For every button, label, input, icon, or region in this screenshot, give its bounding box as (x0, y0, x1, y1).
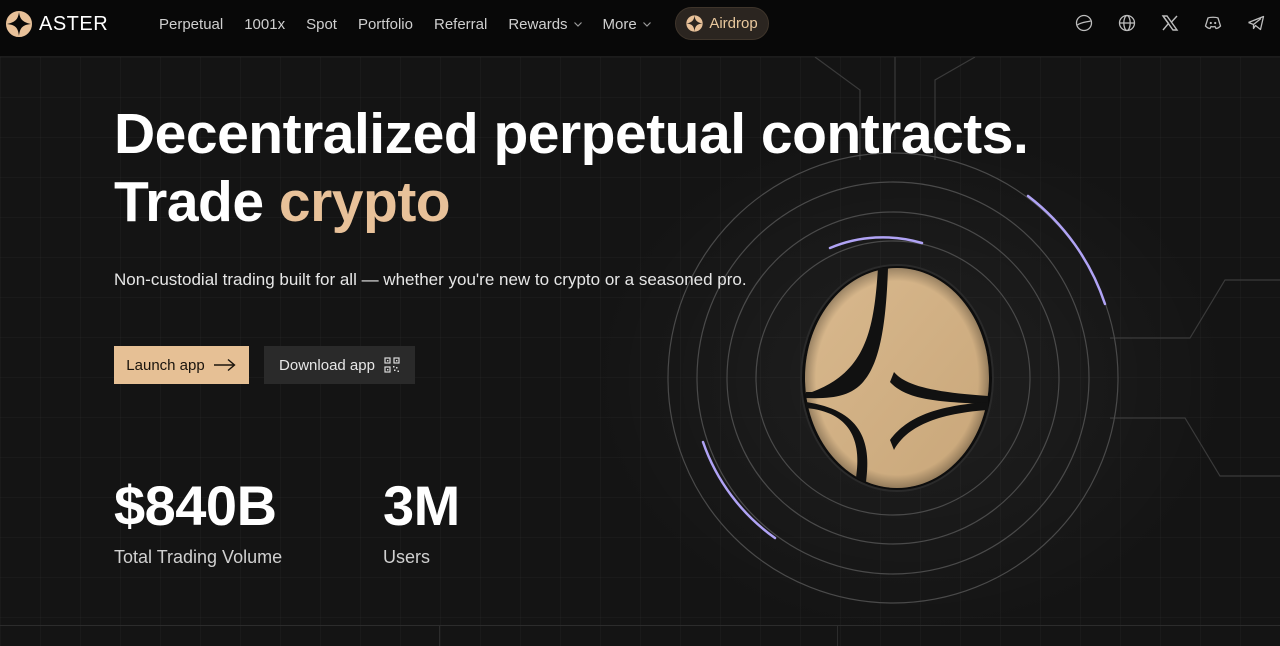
nav-item-perpetual[interactable]: Perpetual (159, 16, 223, 33)
arrow-right-icon (213, 358, 236, 372)
hero-title: Decentralized perpetual contracts. Trade… (114, 100, 1094, 236)
nav-item-spot[interactable]: Spot (306, 16, 337, 33)
stat-users: 3M Users (383, 475, 460, 568)
nav-label: More (602, 15, 637, 33)
stat-label: Total Trading Volume (114, 547, 283, 567)
chevron-down-icon (573, 21, 582, 27)
nav-label: Perpetual (159, 15, 224, 33)
stat-trading-volume: $840B Total Trading Volume (114, 475, 282, 568)
aster-logo-icon (686, 15, 703, 32)
nav-label: Spot (306, 15, 337, 33)
nav-label: Rewards (508, 15, 568, 33)
telegram-icon[interactable] (1246, 13, 1266, 33)
nav-label: Referral (433, 15, 488, 33)
hero-title-accent: crypto (278, 170, 451, 234)
main-nav: Perpetual 1001x Spot Portfolio Referral … (159, 14, 672, 34)
launch-app-label: Launch app (126, 356, 205, 374)
hero-title-prefix: Trade (114, 170, 264, 234)
nav-item-portfolio[interactable]: Portfolio (358, 16, 413, 33)
airdrop-button[interactable]: Airdrop (675, 7, 769, 40)
nav-item-referral[interactable]: Referral (434, 16, 487, 33)
x-icon[interactable] (1160, 13, 1180, 33)
stat-label: Users (383, 547, 431, 567)
chevron-down-icon (642, 21, 651, 27)
bottom-section-divider (0, 625, 1280, 646)
download-app-label: Download app (279, 356, 375, 374)
theme-icon[interactable] (1074, 13, 1094, 33)
aster-logo-icon (6, 11, 32, 37)
nav-item-rewards[interactable]: Rewards (508, 15, 582, 33)
globe-icon[interactable] (1117, 13, 1137, 33)
top-header: ASTER Perpetual 1001x Spot Portfolio Ref… (0, 0, 1280, 57)
nav-item-more[interactable]: More (603, 16, 651, 33)
nav-item-1001x[interactable]: 1001x (244, 16, 285, 33)
hero-subtitle: Non-custodial trading built for all — wh… (114, 270, 747, 289)
hero-title-line1: Decentralized perpetual contracts. (114, 102, 1029, 166)
nav-label: Portfolio (357, 15, 413, 33)
airdrop-label: Airdrop (709, 15, 758, 32)
stat-value: 3M (383, 474, 460, 537)
launch-app-button[interactable]: Launch app (114, 346, 249, 384)
header-icons (1074, 13, 1266, 33)
nav-label: 1001x (244, 15, 286, 33)
qr-code-icon (384, 357, 400, 373)
column-divider (439, 626, 440, 646)
column-divider (837, 626, 838, 646)
discord-icon[interactable] (1203, 13, 1223, 33)
stat-value: $840B (114, 474, 277, 537)
download-app-button[interactable]: Download app (264, 346, 415, 384)
brand-name: ASTER (39, 12, 109, 35)
hero-title-line2: Trade crypto (114, 168, 1094, 236)
brand-logo[interactable]: ASTER (6, 10, 108, 38)
